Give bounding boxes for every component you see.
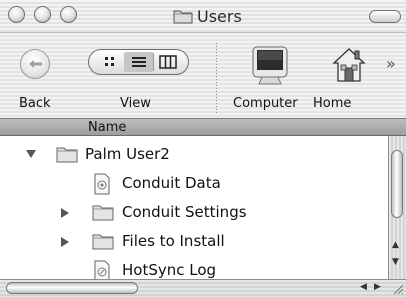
column-header-row: Name [0, 118, 406, 136]
columns-icon [159, 55, 177, 69]
vertical-scrollbar[interactable]: ▲ ▼ [388, 136, 406, 279]
disclosure-collapsed-icon[interactable] [60, 236, 70, 248]
close-window-button[interactable] [8, 6, 25, 23]
disclosure-collapsed-icon[interactable] [60, 207, 70, 219]
scroll-right-arrow-icon[interactable]: ▶ [374, 282, 381, 292]
list-item-label: Conduit Data [122, 174, 221, 192]
horizontal-scroll-thumb[interactable] [6, 282, 138, 294]
scroll-left-arrow-icon[interactable]: ◀ [360, 282, 367, 292]
title-bar[interactable]: Users [0, 0, 406, 33]
double-chevron-right-icon[interactable]: » [386, 54, 396, 73]
list-item-label: HotSync Log [122, 261, 217, 279]
toolbar-toggle-button[interactable] [369, 10, 401, 23]
view-label: View [120, 96, 151, 111]
name-column-header[interactable]: Name [88, 120, 126, 135]
column-view-button[interactable] [153, 52, 183, 72]
zoom-window-button[interactable] [60, 6, 77, 23]
minimize-window-button[interactable] [34, 6, 51, 23]
list-item[interactable]: Conduit Settings [0, 198, 388, 227]
folder-icon [92, 205, 114, 221]
toolbar-separator [216, 43, 217, 115]
list-item[interactable]: Palm User2 [0, 140, 388, 169]
scroll-down-arrow-icon[interactable]: ▼ [392, 257, 399, 267]
list-item[interactable]: Files to Install [0, 227, 388, 256]
home-label: Home [313, 96, 352, 111]
window-title-text: Users [197, 6, 242, 26]
list-item[interactable]: HotSync Log [0, 256, 388, 279]
list-item-label: Palm User2 [85, 145, 170, 163]
list-view-button[interactable] [124, 52, 154, 72]
icon-view-button[interactable] [95, 52, 125, 72]
list-lines-icon [132, 57, 146, 67]
window-title: Users [173, 6, 242, 26]
scroll-up-arrow-icon[interactable]: ▲ [392, 240, 399, 250]
computer-label: Computer [233, 96, 298, 111]
folder-icon [56, 147, 78, 163]
folder-icon [173, 10, 193, 24]
resize-grip-icon[interactable] [391, 283, 404, 295]
back-arrow-icon [29, 60, 42, 68]
vertical-scroll-thumb[interactable] [391, 150, 403, 218]
disclosure-expanded-icon[interactable] [25, 149, 37, 159]
document-icon [94, 260, 110, 279]
horizontal-scrollbar[interactable]: ◀ ▶ [0, 279, 406, 297]
computer-toolbar-item[interactable] [248, 44, 292, 92]
home-icon [332, 48, 366, 82]
list-item-label: Files to Install [122, 232, 225, 250]
back-button[interactable] [20, 49, 50, 79]
document-icon [94, 173, 110, 195]
view-mode-selector[interactable] [88, 49, 189, 75]
icon-grid-icon [105, 57, 114, 66]
home-toolbar-item[interactable] [330, 45, 368, 91]
list-item[interactable]: Conduit Data [0, 169, 388, 198]
list-item-label: Conduit Settings [122, 203, 247, 221]
finder-window: Users Back View Computer Home » Name Pal… [0, 0, 406, 297]
file-list: Palm User2 Conduit Data Conduit Settings [0, 136, 388, 279]
folder-icon [92, 234, 114, 250]
back-label: Back [19, 96, 51, 111]
computer-icon [252, 46, 288, 85]
